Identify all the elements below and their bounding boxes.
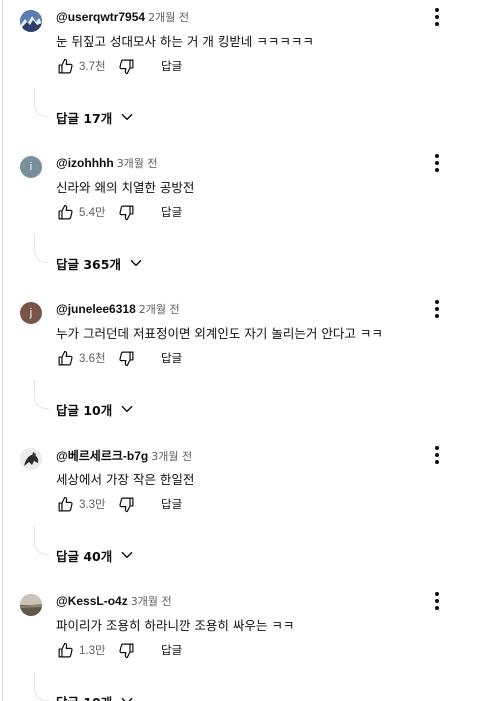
comment-time[interactable]: 3개월 전 — [117, 157, 158, 170]
dislike-button[interactable] — [117, 203, 135, 221]
reply-button[interactable]: 답글 — [161, 642, 182, 658]
author-handle[interactable]: @KessL-o4z — [56, 594, 128, 608]
chevron-down-icon — [130, 259, 142, 267]
chevron-down-icon — [121, 697, 133, 701]
comment-actions: 3.3만 답글 — [56, 492, 182, 516]
comment-header: @userqwtr7954 2개월 전 — [56, 9, 189, 25]
comment-text: 누가 그러던데 저표정이면 외계인도 자기 놀리는거 안다고 ㅋㅋ — [56, 326, 383, 341]
reply-button[interactable]: 답글 — [161, 204, 182, 220]
reply-button[interactable]: 답글 — [161, 58, 182, 74]
comment-thread: i @izohhhh 3개월 전 신라와 왜의 치열한 공방전 5.4만 답글 답… — [0, 146, 478, 292]
like-count: 5.4만 — [79, 207, 106, 219]
thumbs-up-icon — [58, 204, 73, 219]
avatar-image-icon — [20, 10, 42, 32]
show-replies-button[interactable]: 답글 40개 — [56, 544, 134, 566]
thumbs-down-icon — [118, 351, 133, 366]
replies-count: 답글 17개 — [56, 110, 113, 126]
more-options-icon[interactable] — [428, 298, 446, 320]
author-handle[interactable]: @izohhhh — [56, 156, 114, 170]
comment-header: @KessL-o4z 3개월 전 — [56, 593, 172, 609]
like-button[interactable] — [56, 349, 74, 367]
author-handle[interactable]: @베르세르크-b7g — [56, 449, 148, 463]
thumbs-up-icon — [58, 642, 73, 657]
comment-time[interactable]: 2개월 전 — [139, 303, 180, 316]
chevron-down-icon — [121, 113, 133, 121]
more-options-icon[interactable] — [428, 444, 446, 466]
comment-header: @izohhhh 3개월 전 — [56, 155, 158, 171]
thread-connector — [34, 380, 49, 409]
chevron-down-icon — [121, 405, 133, 413]
comment-thread: j @junelee6318 2개월 전 누가 그러던데 저표정이면 외계인도 자… — [0, 292, 478, 438]
comments-section: @userqwtr7954 2개월 전 눈 뒤짚고 성대모사 하는 거 개 킹받네… — [0, 0, 478, 701]
comment-time[interactable]: 3개월 전 — [131, 595, 172, 608]
thumbs-down-icon — [118, 497, 133, 512]
like-button[interactable] — [56, 641, 74, 659]
dislike-button[interactable] — [117, 495, 135, 513]
replies-count: 답글 365개 — [56, 256, 121, 272]
avatar[interactable] — [20, 10, 42, 32]
reply-button[interactable]: 답글 — [161, 496, 182, 512]
dislike-button[interactable] — [117, 349, 135, 367]
replies-count: 답글 10개 — [56, 692, 112, 701]
comment-text: 세상에서 가장 작은 한일전 — [56, 472, 195, 487]
avatar[interactable]: i — [20, 156, 42, 178]
show-replies-button[interactable]: 답글 10개 — [56, 398, 134, 420]
thumbs-up-icon — [58, 58, 73, 73]
dislike-button[interactable] — [117, 57, 135, 75]
like-count: 3.6천 — [79, 353, 106, 365]
comment-actions: 3.6천 답글 — [56, 346, 182, 370]
like-count: 3.7천 — [79, 61, 106, 73]
author-handle[interactable]: @userqwtr7954 — [56, 10, 145, 24]
more-options-icon[interactable] — [428, 590, 446, 612]
thumbs-up-icon — [58, 350, 73, 365]
author-handle[interactable]: @junelee6318 — [56, 302, 136, 316]
comment-header: @베르세르크-b7g 3개월 전 — [56, 447, 192, 464]
like-button[interactable] — [56, 495, 74, 513]
avatar-letter: j — [29, 307, 33, 319]
thumbs-down-icon — [118, 59, 133, 74]
show-replies-button[interactable]: 답글 17개 — [56, 106, 134, 128]
avatar-letter: i — [29, 161, 33, 173]
comment-header: @junelee6318 2개월 전 — [56, 301, 180, 317]
more-options-icon[interactable] — [428, 152, 446, 174]
comment-actions: 5.4만 답글 — [56, 200, 182, 224]
more-options-icon[interactable] — [428, 6, 446, 28]
thread-connector — [34, 234, 49, 263]
replies-count: 답글 40개 — [56, 548, 113, 564]
like-count: 1.3만 — [79, 645, 106, 657]
thumbs-up-icon — [58, 496, 73, 511]
thumbs-down-icon — [118, 643, 133, 658]
avatar-image-icon — [20, 594, 42, 616]
avatar[interactable] — [20, 448, 42, 470]
show-replies-button[interactable]: 답글 365개 — [56, 252, 143, 274]
replies-count: 답글 10개 — [56, 402, 113, 418]
show-replies-button[interactable]: 답글 10개 — [56, 690, 134, 701]
comment-time[interactable]: 2개월 전 — [148, 11, 189, 24]
thread-connector — [34, 88, 49, 117]
like-count: 3.3만 — [79, 499, 106, 511]
comment-actions: 3.7천 답글 — [56, 54, 182, 78]
comment-text: 파이리가 조용히 하라니깐 조용히 싸우는 ㅋㅋ — [56, 618, 295, 633]
avatar[interactable] — [20, 594, 42, 616]
comment-actions: 1.3만 답글 — [56, 638, 182, 662]
thread-connector — [34, 672, 49, 701]
avatar[interactable]: j — [20, 302, 42, 324]
comment-thread: @베르세르크-b7g 3개월 전 세상에서 가장 작은 한일전 3.3만 답글 답… — [0, 438, 478, 584]
chevron-down-icon — [121, 551, 133, 559]
thumbs-down-icon — [118, 205, 133, 220]
avatar-image-icon — [20, 448, 42, 470]
like-button[interactable] — [56, 203, 74, 221]
comment-thread: @KessL-o4z 3개월 전 파이리가 조용히 하라니깐 조용히 싸우는 ㅋㅋ… — [0, 584, 478, 701]
dislike-button[interactable] — [117, 641, 135, 659]
comment-time[interactable]: 3개월 전 — [151, 450, 192, 463]
reply-button[interactable]: 답글 — [161, 350, 182, 366]
comment-text: 눈 뒤짚고 성대모사 하는 거 개 킹받네 ㅋㅋㅋㅋㅋ — [56, 34, 314, 49]
comment-thread: @userqwtr7954 2개월 전 눈 뒤짚고 성대모사 하는 거 개 킹받네… — [0, 0, 478, 146]
like-button[interactable] — [56, 57, 74, 75]
thread-connector — [34, 526, 49, 555]
comment-text: 신라와 왜의 치열한 공방전 — [56, 180, 195, 195]
